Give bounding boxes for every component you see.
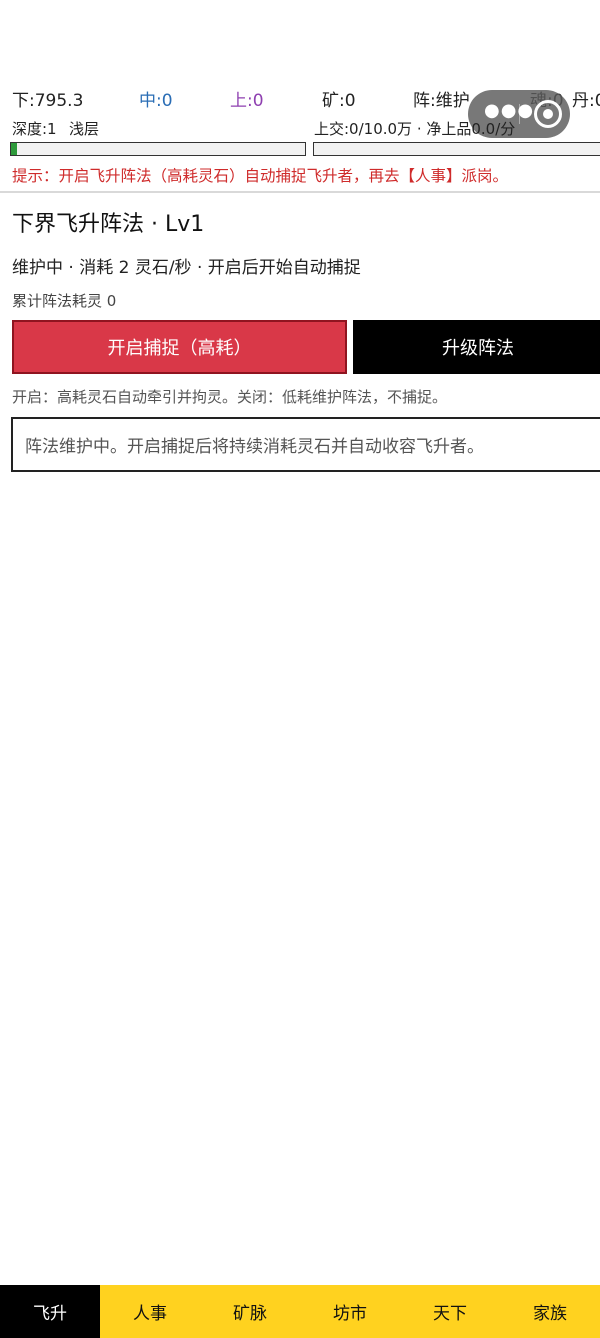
depth-layer: 浅层	[69, 120, 100, 138]
depth-label: 深度:1	[12, 120, 57, 138]
start-capture-label: 开启捕捉（高耗）	[107, 338, 252, 359]
stat-lower: 下:795.3	[12, 91, 84, 111]
formation-status: 维护中 · 消耗 2 灵石/秒 · 开启后开始自动捕捉	[12, 258, 361, 278]
tab-label: 飞升	[33, 1304, 67, 1324]
tab-label: 矿脉	[233, 1304, 267, 1324]
hint-banner: 提示：开启飞升阵法（高耗灵石）自动捕捉飞升者，再去【人事】派岗。	[12, 167, 509, 185]
formation-title: 下界飞升阵法 · Lv1	[12, 212, 205, 237]
depth-line: 深度:1 浅层 上交:0/10.0万 · 净上品0.0/分	[12, 118, 600, 140]
tab-label: 家族	[533, 1304, 567, 1324]
upgrade-formation-button[interactable]: 升级阵法	[353, 320, 600, 374]
tab-personnel[interactable]: 人事	[100, 1285, 200, 1338]
start-capture-button[interactable]: 开启捕捉（高耗）	[12, 320, 347, 374]
header-divider	[0, 191, 600, 193]
depth-progress-bar	[10, 142, 306, 156]
stat-formation: 阵:维护	[413, 91, 470, 111]
tab-label: 坊市	[333, 1304, 367, 1324]
tab-mine[interactable]: 矿脉	[200, 1285, 300, 1338]
bottom-tab-bar: 飞升 人事 矿脉 坊市 天下 家族	[0, 1285, 600, 1338]
tab-world[interactable]: 天下	[400, 1285, 500, 1338]
stat-ore: 矿:0	[322, 91, 356, 111]
formation-accumulated: 累计阵法耗灵 0	[12, 292, 117, 310]
stat-upper: 上:0	[230, 91, 264, 111]
stat-pill: 丹:0	[572, 91, 600, 111]
formation-message: 阵法维护中。开启捕捉后将持续消耗灵石并自动收容飞升者。	[25, 437, 484, 457]
formation-hint: 开启：高耗灵石自动牵引并拘灵。关闭：低耗维护阵法，不捕捉。	[12, 388, 448, 406]
tribute-text: 上交:0/10.0万 · 净上品0.0/分	[314, 120, 516, 138]
tribute-progress-bar	[313, 142, 600, 156]
tab-ascension[interactable]: 飞升	[0, 1285, 100, 1338]
tab-label: 天下	[433, 1304, 467, 1324]
tab-market[interactable]: 坊市	[300, 1285, 400, 1338]
upgrade-formation-label: 升级阵法	[442, 338, 514, 359]
tab-family[interactable]: 家族	[500, 1285, 600, 1338]
tab-label: 人事	[133, 1304, 167, 1324]
stat-middle: 中:0	[139, 91, 173, 111]
depth-progress-fill	[11, 143, 17, 155]
formation-message-box: 阵法维护中。开启捕捉后将持续消耗灵石并自动收容飞升者。	[11, 417, 600, 472]
